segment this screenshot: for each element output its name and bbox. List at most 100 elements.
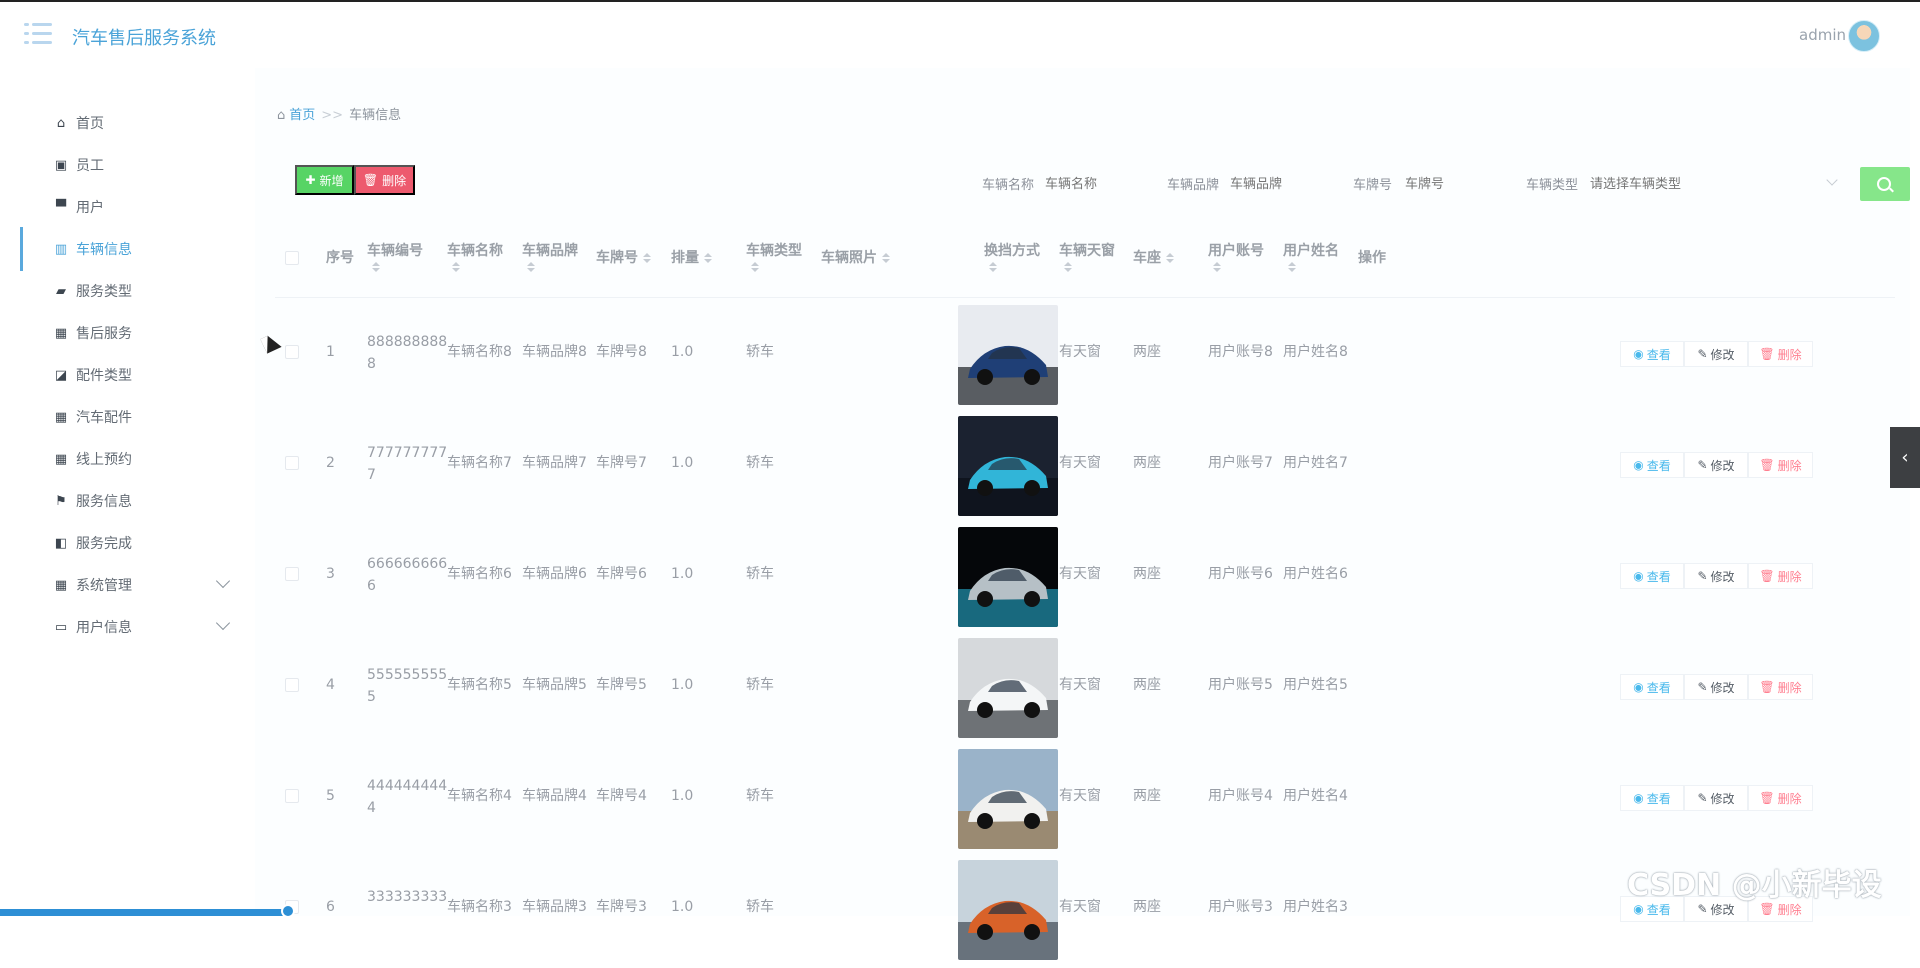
vehicle-photo[interactable]	[958, 527, 1058, 627]
cell-name: 车辆名称6	[447, 566, 512, 582]
avatar[interactable]	[1848, 20, 1880, 52]
row-checkbox[interactable]	[285, 567, 299, 581]
table-row[interactable]: 45555555555车辆名称5车辆品牌5车牌号51.0轿车自动挡有天窗两座用户…	[275, 635, 1895, 746]
sidebar-item-label: 首页	[76, 116, 104, 132]
sort-icon[interactable]	[703, 253, 712, 263]
view-button[interactable]: ◉ 查看	[1620, 785, 1684, 811]
cell-displacement: 1.0	[671, 455, 694, 471]
search-button[interactable]	[1860, 167, 1910, 201]
admin-name[interactable]: admin	[1799, 26, 1846, 44]
chevron-down-icon[interactable]	[215, 615, 231, 631]
edit-button[interactable]: ✎ 修改	[1684, 341, 1748, 367]
app-title: 汽车售后服务系统	[72, 28, 216, 49]
sidebar-item-4[interactable]: ▰ 服务类型	[20, 275, 240, 307]
view-button[interactable]: ◉ 查看	[1620, 341, 1684, 367]
row-delete-button[interactable]: 🗑 删除	[1748, 674, 1813, 700]
header-type[interactable]: 车辆类型	[746, 242, 802, 272]
row-delete-button[interactable]: 🗑 删除	[1748, 785, 1813, 811]
header-code[interactable]: 车辆编号	[367, 242, 423, 272]
row-checkbox[interactable]	[285, 345, 299, 359]
header-username[interactable]: 用户姓名	[1283, 242, 1339, 272]
table-row[interactable]: 27777777777车辆名称7车辆品牌7车牌号71.0轿车自动挡有天窗两座用户…	[275, 413, 1895, 524]
header-name[interactable]: 车辆名称	[447, 242, 503, 272]
view-button[interactable]: ◉ 查看	[1620, 674, 1684, 700]
view-button[interactable]: ◉ 查看	[1620, 452, 1684, 478]
sidebar-item-3[interactable]: ▥ 车辆信息	[20, 227, 240, 271]
sidebar-item-5[interactable]: ▦ 售后服务	[20, 317, 240, 349]
cell-name: 车辆名称8	[447, 344, 512, 360]
vehicle-photo[interactable]	[958, 860, 1058, 960]
table-row[interactable]: 54444444444车辆名称4车辆品牌4车牌号41.0轿车自动挡有天窗两座用户…	[275, 746, 1895, 857]
edit-button[interactable]: ✎ 修改	[1684, 563, 1748, 589]
sidebar-item-0[interactable]: ⌂ 首页	[20, 107, 240, 139]
sort-icon[interactable]	[750, 262, 759, 272]
delete-button[interactable]: 🗑 删除	[354, 165, 415, 195]
cell-username: 用户姓名6	[1283, 566, 1348, 582]
sidebar-item-9[interactable]: ⚑ 服务信息	[20, 485, 240, 517]
vehicle-photo[interactable]	[958, 305, 1058, 405]
sort-icon[interactable]	[881, 253, 890, 263]
view-button[interactable]: ◉ 查看	[1620, 563, 1684, 589]
header-plate[interactable]: 车牌号	[596, 249, 651, 267]
sort-icon[interactable]	[988, 262, 997, 272]
row-checkbox[interactable]	[285, 678, 299, 692]
sidebar-item-12[interactable]: ▭ 用户信息	[20, 611, 240, 643]
sort-icon[interactable]	[1063, 262, 1072, 272]
row-delete-button-label: 删除	[1777, 458, 1802, 473]
header-account[interactable]: 用户账号	[1208, 242, 1264, 272]
header-brand[interactable]: 车辆品牌	[522, 242, 578, 272]
breadcrumb-home[interactable]: 首页	[289, 108, 315, 123]
sort-icon[interactable]	[1287, 262, 1296, 272]
cell-account: 用户账号7	[1208, 455, 1273, 471]
header-photo[interactable]: 车辆照片	[821, 249, 890, 267]
sort-icon[interactable]	[451, 262, 460, 272]
vehicle-photo[interactable]	[958, 416, 1058, 516]
ticket-icon: ◧	[54, 535, 68, 551]
table-row[interactable]: 18888888888车辆名称8车辆品牌8车牌号81.0轿车自动挡有天窗两座用户…	[275, 302, 1895, 413]
breadcrumb: ⌂ 首页 >> 车辆信息	[277, 104, 401, 123]
sort-icon[interactable]	[371, 262, 380, 272]
row-checkbox[interactable]	[285, 456, 299, 470]
edit-button[interactable]: ✎ 修改	[1684, 452, 1748, 478]
sort-icon[interactable]	[1165, 253, 1174, 263]
row-delete-button[interactable]: 🗑 删除	[1748, 341, 1813, 367]
delete-button-label: 删除	[382, 173, 407, 188]
name-filter-input[interactable]	[1045, 171, 1145, 195]
menu-toggle-icon[interactable]	[24, 22, 52, 46]
chevron-left-icon: ‹	[1901, 447, 1909, 468]
sort-icon[interactable]	[526, 262, 535, 272]
header-seats[interactable]: 车座	[1133, 249, 1174, 267]
header-gear[interactable]: 换挡方式	[984, 242, 1040, 272]
toolbar: ✚新增 🗑删除 车辆名称 车辆品牌 车牌号 车辆类型	[295, 165, 1910, 201]
sidebar-item-label: 汽车配件	[76, 410, 132, 426]
edit-button[interactable]: ✎ 修改	[1684, 785, 1748, 811]
cell-brand: 车辆品牌6	[522, 566, 587, 582]
row-delete-button[interactable]: 🗑 删除	[1748, 452, 1813, 478]
row-checkbox[interactable]	[285, 789, 299, 803]
plate-filter-input[interactable]	[1405, 171, 1505, 195]
sidebar-item-2[interactable]: ▀ 用户	[20, 191, 240, 223]
edit-button[interactable]: ✎ 修改	[1684, 674, 1748, 700]
sidebar-item-11[interactable]: ▦ 系统管理	[20, 569, 240, 601]
header-sunroof[interactable]: 车辆天窗	[1059, 242, 1115, 272]
collapse-panel-button[interactable]: ‹	[1890, 427, 1920, 488]
row-delete-button[interactable]: 🗑 删除	[1748, 563, 1813, 589]
sidebar-item-6[interactable]: ◪ 配件类型	[20, 359, 240, 391]
sidebar-item-8[interactable]: ▦ 线上预约	[20, 443, 240, 475]
eye-icon: ◉	[1633, 569, 1644, 583]
sidebar-item-10[interactable]: ◧ 服务完成	[20, 527, 240, 559]
table-row[interactable]: 36666666666车辆名称6车辆品牌6车牌号61.0轿车自动挡有天窗两座用户…	[275, 524, 1895, 635]
sort-icon[interactable]	[1212, 262, 1221, 272]
vehicle-type-select[interactable]	[1590, 171, 1715, 195]
chevron-down-icon[interactable]	[215, 573, 231, 589]
vehicle-photo[interactable]	[958, 638, 1058, 738]
chevron-down-icon[interactable]	[1826, 174, 1838, 186]
sidebar-item-1[interactable]: ▣ 员工	[20, 149, 240, 181]
header-displacement[interactable]: 排量	[671, 249, 712, 267]
add-button[interactable]: ✚ 新增	[295, 165, 354, 195]
vehicle-photo[interactable]	[958, 749, 1058, 849]
sidebar-item-7[interactable]: ▦ 汽车配件	[20, 401, 240, 433]
brand-filter-input[interactable]	[1230, 171, 1330, 195]
sort-icon[interactable]	[642, 253, 651, 263]
select-all-checkbox[interactable]	[285, 251, 299, 265]
